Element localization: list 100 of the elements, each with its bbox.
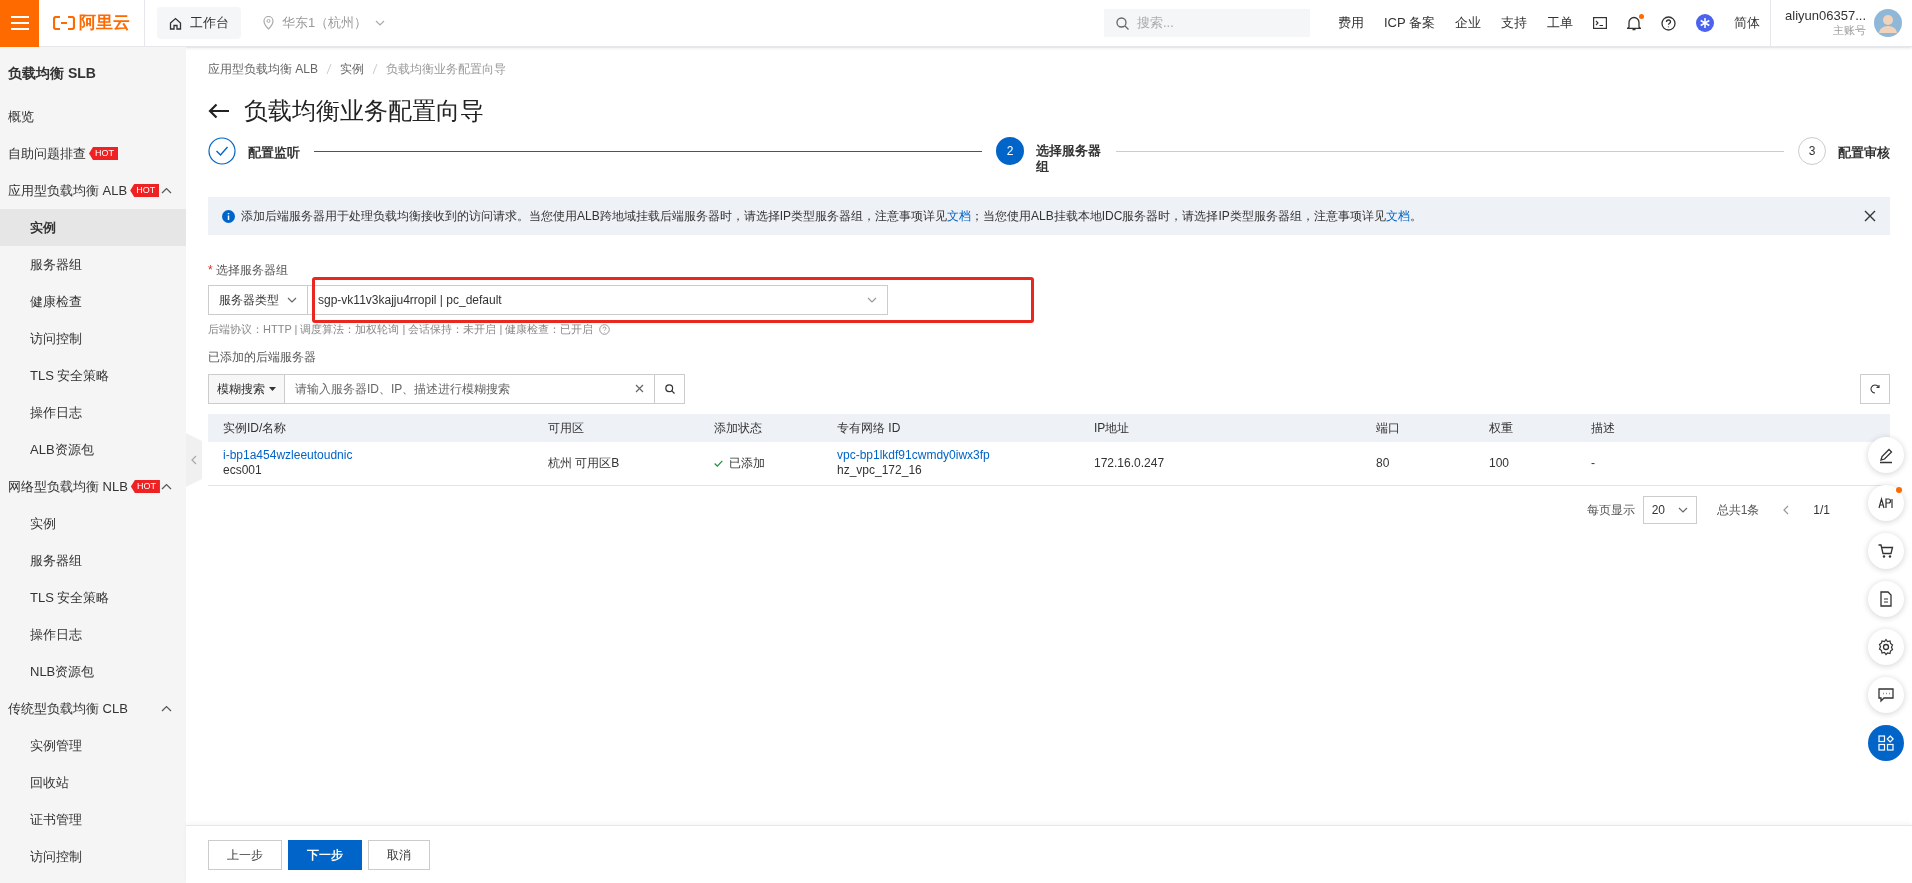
logo-icon xyxy=(53,16,75,30)
back-arrow-icon[interactable] xyxy=(208,103,230,119)
sidebar-item[interactable]: 概览 xyxy=(0,98,186,135)
menu-button[interactable] xyxy=(0,0,39,47)
refresh-icon xyxy=(1870,383,1880,394)
type-select[interactable]: 服务器类型 xyxy=(208,285,308,315)
sidebar-item[interactable]: 自助问题排查 HOT xyxy=(0,135,186,172)
table-cell-text: 100 xyxy=(1489,455,1511,472)
info-icon xyxy=(222,209,235,223)
sidebar-item[interactable]: 访问控制 xyxy=(0,838,186,875)
column-header: 可用区 xyxy=(548,419,585,437)
column-header: 添加状态 xyxy=(714,419,763,437)
floating-button[interactable] xyxy=(1868,533,1904,569)
topbar-link[interactable]: ICP 备案 xyxy=(1374,13,1446,33)
instance-link[interactable]: i-bp1a454wzleeutoudnic xyxy=(223,448,353,463)
table-cell-text: - xyxy=(1591,455,1596,472)
table-cell-text: 杭州 可用区B xyxy=(548,455,621,472)
footer-button[interactable]: 下一步 xyxy=(288,839,362,870)
total-count: 总共1条 xyxy=(1716,501,1760,519)
field-label: 选择服务器组 xyxy=(215,262,288,279)
floating-button[interactable] xyxy=(1868,725,1904,761)
sidebar-item[interactable]: 服务器组 xyxy=(0,542,186,579)
chevron-down-icon xyxy=(287,297,297,303)
breadcrumb-link[interactable]: 应用型负载均衡 ALB xyxy=(208,60,318,78)
collapse-handle[interactable] xyxy=(186,433,202,487)
vpc-name: hz_vpc_172_16 xyxy=(837,463,922,478)
search-input[interactable]: 请输入服务器ID、IP、描述进行模糊搜索 xyxy=(295,379,615,398)
sidebar-item[interactable]: ALB资源包 xyxy=(0,431,186,468)
sidebar-item[interactable]: 健康检查 xyxy=(0,283,186,320)
group-hint: 后端协议：HTTP | 调度算法：加权轮询 | 会话保持：未开启 | 健康检查：已开启 xyxy=(208,322,594,337)
search-button[interactable] xyxy=(655,373,685,404)
apps-icon xyxy=(1878,735,1894,751)
sidebar-item[interactable]: 实例 xyxy=(0,505,186,542)
edit-icon xyxy=(1877,446,1895,464)
sidebar-item[interactable]: TLS 安全策略 xyxy=(0,357,186,394)
floating-button[interactable] xyxy=(1868,437,1904,473)
column-header: 专有网络 ID xyxy=(837,419,902,437)
topbar-link[interactable]: 支持 xyxy=(1491,13,1538,33)
search-icon xyxy=(664,383,675,394)
chevron-down-icon xyxy=(867,297,877,303)
table-cell-text: 172.16.0.247 xyxy=(1094,455,1166,472)
account-role: 主账号 xyxy=(1833,24,1866,38)
chevron-left-icon[interactable] xyxy=(1783,504,1790,515)
bell-icon[interactable] xyxy=(1627,15,1642,31)
sidebar-item[interactable]: NLB资源包 xyxy=(0,653,186,690)
sidebar-item[interactable]: 回收站 xyxy=(0,764,186,801)
required-mark: * xyxy=(208,262,213,279)
language-link[interactable]: 简体 xyxy=(1724,13,1771,33)
search-field[interactable]: 搜索... xyxy=(1104,9,1310,37)
topbar-link[interactable]: 企业 xyxy=(1445,13,1492,33)
assistant-icon[interactable] xyxy=(1696,14,1715,32)
sidebar-group[interactable]: 网络型负载均衡 NLB HOT xyxy=(0,468,186,505)
sidebar-item[interactable]: 服务器组 xyxy=(0,246,186,283)
sidebar-item[interactable]: 实例管理 xyxy=(0,727,186,764)
step-label: 配置监听 xyxy=(248,144,300,162)
per-page-label: 每页显示 xyxy=(1586,501,1635,519)
footer-button[interactable]: 上一步 xyxy=(208,839,282,870)
refresh-button[interactable] xyxy=(1860,373,1890,404)
page-size-select[interactable]: 20 xyxy=(1642,495,1697,524)
slash-icon xyxy=(326,63,332,75)
vpc-link[interactable]: vpc-bp1lkdf91cwmdy0iwx3fp xyxy=(837,448,990,463)
sidebar-group[interactable]: 传统型负载均衡 CLB xyxy=(0,690,186,727)
floating-button[interactable] xyxy=(1868,581,1904,617)
topbar-link[interactable]: 费用 xyxy=(1328,13,1374,33)
account-name[interactable]: aliyun06357... xyxy=(1785,8,1866,25)
filter-select[interactable]: 模糊搜索 xyxy=(208,373,285,404)
sidebar-item[interactable]: 实例 xyxy=(0,209,186,246)
topbar-link[interactable]: 工单 xyxy=(1537,13,1584,33)
page-title: 负载均衡业务配置向导 xyxy=(244,96,484,126)
breadcrumb-link[interactable]: 实例 xyxy=(340,60,364,78)
sidebar-item[interactable]: 证书管理 xyxy=(0,801,186,838)
slash-icon xyxy=(372,63,378,75)
column-header: 实例ID/名称 xyxy=(223,419,288,437)
column-header: 权重 xyxy=(1489,419,1514,437)
help-icon[interactable] xyxy=(1661,15,1677,31)
floating-button[interactable] xyxy=(1868,677,1904,713)
chevron-down-icon xyxy=(375,20,386,26)
search-input[interactable]: 搜索... xyxy=(1137,13,1287,33)
menu-icon xyxy=(10,16,29,30)
floating-button[interactable] xyxy=(1868,629,1904,665)
footer-button[interactable]: 取消 xyxy=(368,839,430,870)
sidebar-item[interactable]: 操作日志 xyxy=(0,616,186,653)
server-search-field[interactable]: 请输入服务器ID、IP、描述进行模糊搜索 xyxy=(285,373,655,404)
clear-icon[interactable] xyxy=(635,384,644,393)
doc-link[interactable]: 文档 xyxy=(947,209,972,223)
settings-icon xyxy=(1877,638,1895,656)
sidebar-item[interactable]: 访问控制 xyxy=(0,320,186,357)
location-icon xyxy=(263,16,274,30)
hot-badge: HOT xyxy=(130,184,160,197)
server-group-select[interactable]: sgp-vk11v3kajju4rropil | pc_default xyxy=(308,285,888,315)
sidebar-group[interactable]: 应用型负载均衡 ALB HOT xyxy=(0,172,186,209)
sidebar-item[interactable]: TLS 安全策略 xyxy=(0,579,186,616)
document-icon xyxy=(1877,590,1895,608)
close-icon[interactable] xyxy=(1864,210,1876,222)
sidebar-item[interactable]: 操作日志 xyxy=(0,394,186,431)
doc-link[interactable]: 文档 xyxy=(1385,209,1410,223)
workbench-button[interactable]: 工作台 xyxy=(157,7,241,39)
status-text: 已添加 xyxy=(729,455,765,472)
terminal-icon[interactable] xyxy=(1593,17,1608,29)
step-label: 选择服务器组 xyxy=(1036,143,1102,175)
